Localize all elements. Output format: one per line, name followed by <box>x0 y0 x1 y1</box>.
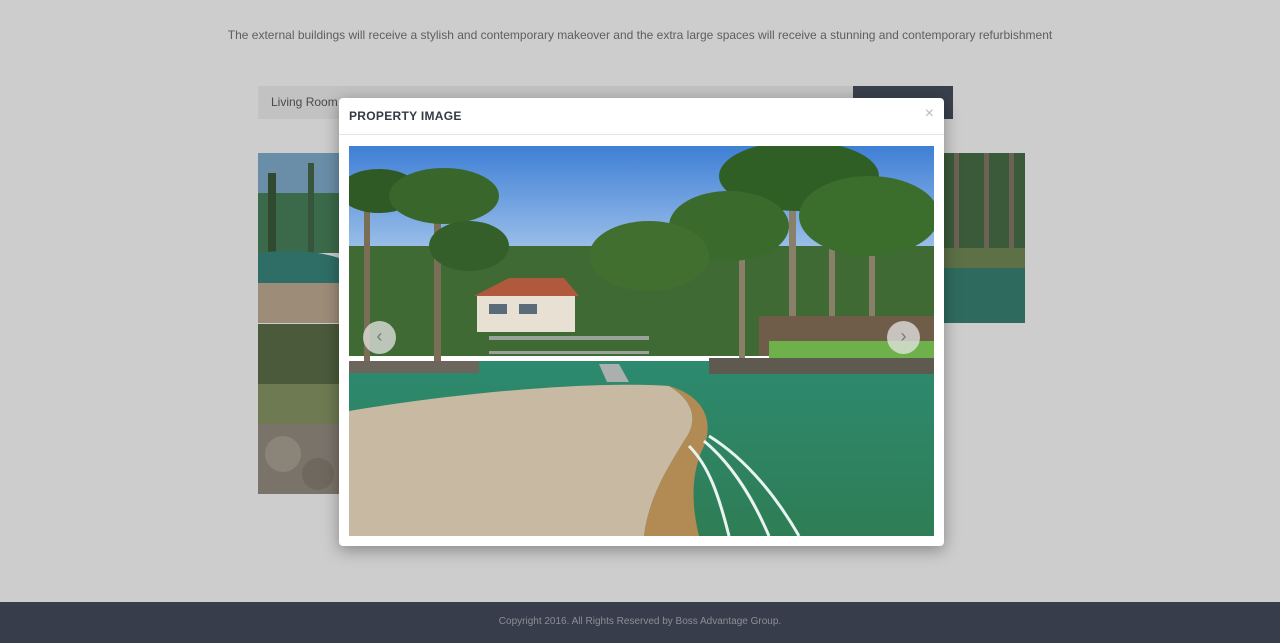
gallery-thumbnail[interactable] <box>258 153 340 323</box>
site-footer: Copyright 2016. All Rights Reserved by B… <box>0 602 1280 643</box>
close-icon[interactable]: × <box>925 104 934 124</box>
chevron-right-icon[interactable]: › <box>887 321 920 354</box>
property-photo: ‹ › <box>349 146 934 536</box>
intro-text: The external buildings will receive a st… <box>227 28 1053 42</box>
gallery-thumbnail[interactable] <box>944 153 1025 323</box>
chevron-left-icon[interactable]: ‹ <box>363 321 396 354</box>
footer-copyright: Copyright 2016. All Rights Reserved by B… <box>498 616 782 627</box>
tab-living-room[interactable]: Living Room <box>258 86 351 119</box>
modal-header: PROPERTY IMAGE × <box>339 98 944 135</box>
gallery-thumbnail[interactable] <box>258 324 340 494</box>
property-image-modal: PROPERTY IMAGE × ‹ › <box>339 98 944 546</box>
modal-title: PROPERTY IMAGE <box>349 109 462 123</box>
property-photo-image <box>349 146 934 536</box>
